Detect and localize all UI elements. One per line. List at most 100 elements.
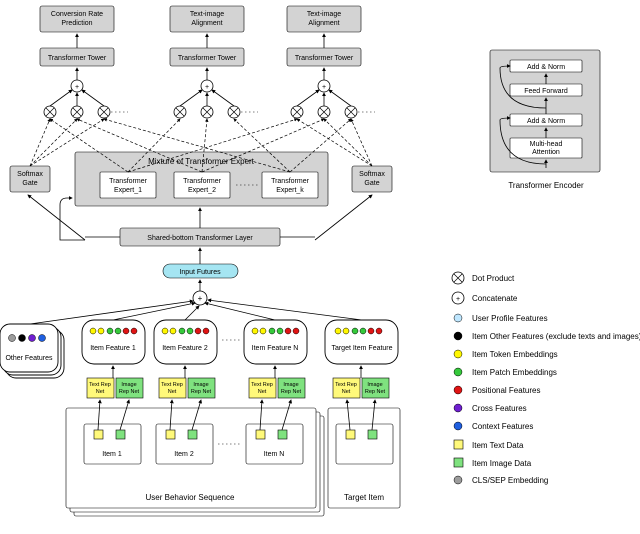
svg-text:Softmax: Softmax: [359, 171, 385, 178]
svg-text:Alignment: Alignment: [308, 20, 339, 27]
input-futures: Input Futures: [163, 264, 238, 278]
svg-text:Input Futures: Input Futures: [179, 269, 221, 276]
svg-text:Text Rep: Text Rep: [89, 382, 111, 388]
svg-text:Text Rep: Text Rep: [161, 382, 183, 388]
svg-text:Text-image: Text-image: [190, 11, 224, 18]
svg-text:+: +: [198, 294, 203, 303]
svg-text:Add & Norm: Add & Norm: [527, 64, 565, 71]
concat-3: +: [318, 80, 330, 92]
svg-text:Rep Net: Rep Net: [119, 389, 140, 395]
svg-text:Item Feature N: Item Feature N: [252, 345, 299, 352]
svg-text:Net: Net: [258, 389, 267, 395]
svg-text:Rep Net: Rep Net: [365, 389, 386, 395]
svg-text:Transformer: Transformer: [109, 178, 148, 185]
svg-text:+: +: [75, 84, 79, 91]
svg-text:Add & Norm: Add & Norm: [527, 118, 565, 125]
svg-text:Item Token Embeddings: Item Token Embeddings: [472, 350, 558, 359]
svg-text:Feed Forward: Feed Forward: [524, 88, 568, 95]
svg-text:Target Item: Target Item: [344, 493, 384, 502]
legend: Dot Product + Concatenate User Profile Fe…: [452, 272, 640, 485]
svg-text:+: +: [456, 296, 460, 303]
svg-text:Image: Image: [121, 382, 136, 388]
svg-text:Transformer Tower: Transformer Tower: [178, 55, 237, 62]
svg-text:Transformer: Transformer: [183, 178, 222, 185]
svg-text:CLS/SEP Embedding: CLS/SEP Embedding: [472, 476, 548, 485]
svg-text:Net: Net: [342, 389, 351, 395]
svg-text:Multi-head: Multi-head: [530, 141, 563, 148]
dotprod-row: [44, 106, 375, 118]
item-n: Item N: [246, 424, 303, 464]
svg-text:Alignment: Alignment: [191, 20, 222, 27]
svg-text:Concatenate: Concatenate: [472, 294, 518, 303]
item-2: Item 2: [156, 424, 213, 464]
svg-text:+: +: [322, 84, 326, 91]
svg-text:Dot Product: Dot Product: [472, 274, 515, 283]
svg-text:Gate: Gate: [364, 180, 379, 187]
output-alignment-2: Text-image Alignment: [287, 6, 361, 32]
svg-text:Net: Net: [168, 389, 177, 395]
moe-box: Mixture of Transformer Expert Transforme…: [75, 152, 328, 206]
svg-text:Text-image: Text-image: [307, 11, 341, 18]
svg-text:Item 1: Item 1: [102, 451, 122, 458]
repnets: Text RepNet ImageRep Net Text RepNet Ima…: [87, 378, 389, 398]
item-1: Item 1: [84, 424, 141, 464]
svg-text:Item Image Data: Item Image Data: [472, 459, 532, 468]
target-item-feature: Target Item Feature: [325, 320, 398, 364]
svg-text:Image: Image: [193, 382, 208, 388]
item-feature-n: Item Feature N: [244, 320, 307, 364]
svg-text:User Profile Features: User Profile Features: [472, 314, 548, 323]
svg-text:Image: Image: [367, 382, 382, 388]
svg-text:Text Rep: Text Rep: [335, 382, 357, 388]
shared-bottom: Shared-bottom Transformer Layer: [120, 228, 280, 246]
svg-text:Expert_k: Expert_k: [276, 187, 304, 194]
transformer-encoder-panel: Add & Norm Feed Forward Add & Norm Multi…: [490, 50, 600, 190]
tower-1: Transformer Tower: [40, 48, 114, 66]
architecture-diagram: Conversion Rate Prediction Text-image Al…: [0, 0, 640, 534]
svg-text:Shared-bottom Transformer Laye: Shared-bottom Transformer Layer: [147, 235, 253, 242]
svg-text:Item Text Data: Item Text Data: [472, 441, 524, 450]
softmax-gate-left: Softmax Gate: [10, 166, 50, 192]
tower-2: Transformer Tower: [170, 48, 244, 66]
svg-text:Image: Image: [283, 382, 298, 388]
svg-text:Gate: Gate: [22, 180, 37, 187]
svg-text:Net: Net: [96, 389, 105, 395]
svg-text:Transformer Encoder: Transformer Encoder: [508, 181, 584, 190]
svg-text:Expert_2: Expert_2: [188, 187, 216, 194]
svg-text:Cross Features: Cross Features: [472, 404, 527, 413]
tower-3: Transformer Tower: [287, 48, 361, 66]
svg-text:Mixture of Transformer Expert: Mixture of Transformer Expert: [148, 157, 255, 166]
item-feature-1: Item Feature 1: [82, 320, 145, 364]
svg-text:Transformer: Transformer: [271, 178, 310, 185]
svg-text:Softmax: Softmax: [17, 171, 43, 178]
svg-text:Item Feature 2: Item Feature 2: [162, 345, 208, 352]
svg-text:Other Features: Other Features: [5, 355, 53, 362]
concat-1: +: [71, 80, 83, 92]
svg-text:Text Rep: Text Rep: [251, 382, 273, 388]
feature-concat: +: [193, 291, 207, 305]
svg-text:Rep Net: Rep Net: [191, 389, 212, 395]
svg-text:+: +: [205, 84, 209, 91]
svg-text:Expert_1: Expert_1: [114, 187, 142, 194]
svg-text:Context Features: Context Features: [472, 422, 533, 431]
svg-text:Attention: Attention: [532, 149, 560, 156]
svg-text:User Behavior Sequence: User Behavior Sequence: [146, 493, 235, 502]
svg-text:Positional Features: Positional Features: [472, 386, 540, 395]
svg-text:Item Other Features (exclude t: Item Other Features (exclude texts and i…: [472, 332, 640, 341]
svg-text:Prediction: Prediction: [61, 20, 92, 27]
svg-text:Rep Net: Rep Net: [281, 389, 302, 395]
svg-text:Item Patch Embeddings: Item Patch Embeddings: [472, 368, 557, 377]
output-conversion: Conversion Rate Prediction: [40, 6, 114, 32]
svg-text:Item N: Item N: [264, 451, 285, 458]
target-item-box: Target Item: [328, 408, 400, 508]
svg-text:Target Item Feature: Target Item Feature: [331, 345, 392, 352]
svg-text:Conversion Rate: Conversion Rate: [51, 11, 103, 18]
svg-text:Transformer Tower: Transformer Tower: [48, 55, 107, 62]
concat-2: +: [201, 80, 213, 92]
svg-text:Item 2: Item 2: [174, 451, 194, 458]
other-features-stack: Other Features: [0, 324, 64, 378]
item-feature-2: Item Feature 2: [154, 320, 217, 364]
svg-text:Transformer Tower: Transformer Tower: [295, 55, 354, 62]
softmax-gate-right: Softmax Gate: [352, 166, 392, 192]
svg-text:Item Feature 1: Item Feature 1: [90, 345, 136, 352]
output-alignment-1: Text-image Alignment: [170, 6, 244, 32]
